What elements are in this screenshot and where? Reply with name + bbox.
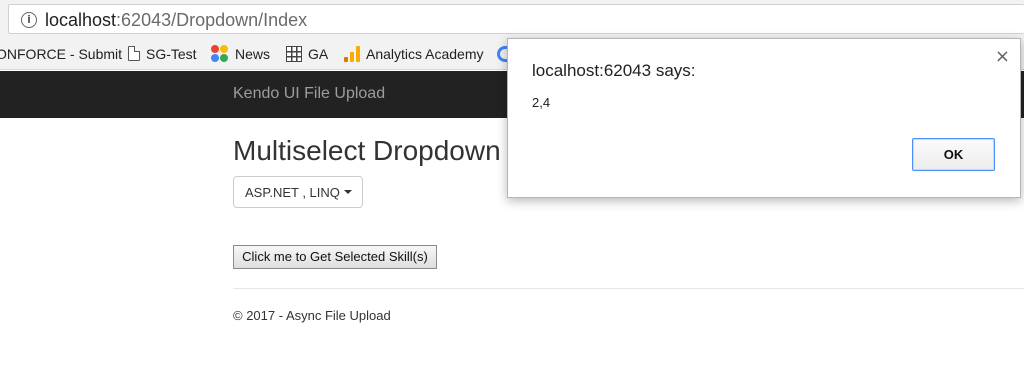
bookmark-onforce[interactable]: ONFORCE - Submit bbox=[0, 38, 122, 69]
grid-icon bbox=[286, 45, 302, 62]
info-icon[interactable]: i bbox=[21, 12, 37, 28]
ok-button[interactable]: OK bbox=[912, 138, 995, 171]
caret-down-icon bbox=[343, 190, 352, 194]
skills-multiselect-dropdown[interactable]: ASP.NET , LINQ bbox=[233, 176, 363, 208]
page-title: Multiselect Dropdown bbox=[233, 135, 501, 166]
bookmark-label: GA bbox=[308, 45, 329, 62]
bookmark-ga[interactable]: GA bbox=[286, 38, 328, 69]
navbar-brand[interactable]: Kendo UI File Upload bbox=[233, 85, 385, 103]
get-selected-skills-button[interactable]: Click me to Get Selected Skill(s) bbox=[233, 245, 437, 269]
url-text[interactable]: localhost:62043/Dropdown/Index bbox=[45, 10, 307, 31]
bookmark-analytics-academy[interactable]: Analytics Academy bbox=[344, 38, 484, 69]
dialog-title: localhost:62043 says: bbox=[532, 61, 696, 80]
bookmark-news[interactable]: News bbox=[211, 38, 270, 69]
footer-copyright: © 2017 - Async File Upload bbox=[233, 308, 391, 323]
bookmark-label: SG-Test bbox=[146, 45, 197, 62]
dialog-message: 2,4 bbox=[532, 95, 551, 110]
alert-dialog: localhost:62043 says: × 2,4 OK bbox=[507, 38, 1021, 198]
address-bar: i localhost:62043/Dropdown/Index bbox=[0, 0, 1024, 38]
url-field[interactable]: i localhost:62043/Dropdown/Index bbox=[8, 4, 1024, 34]
bookmark-label: ONFORCE - Submit bbox=[0, 45, 123, 62]
footer-divider bbox=[233, 288, 1024, 289]
bookmark-sg-test[interactable]: SG-Test bbox=[128, 38, 197, 69]
page-icon bbox=[128, 46, 140, 61]
url-host: localhost bbox=[45, 10, 117, 30]
bookmark-label: News bbox=[235, 45, 271, 62]
url-path: :62043/Dropdown/Index bbox=[116, 10, 308, 30]
dropdown-selected-value: ASP.NET , LINQ bbox=[245, 184, 340, 200]
bar-chart-icon bbox=[344, 45, 360, 62]
flower-icon bbox=[211, 44, 229, 63]
bookmark-label: Analytics Academy bbox=[366, 45, 484, 62]
partial-icon bbox=[497, 45, 507, 62]
close-icon[interactable]: × bbox=[995, 47, 1010, 67]
